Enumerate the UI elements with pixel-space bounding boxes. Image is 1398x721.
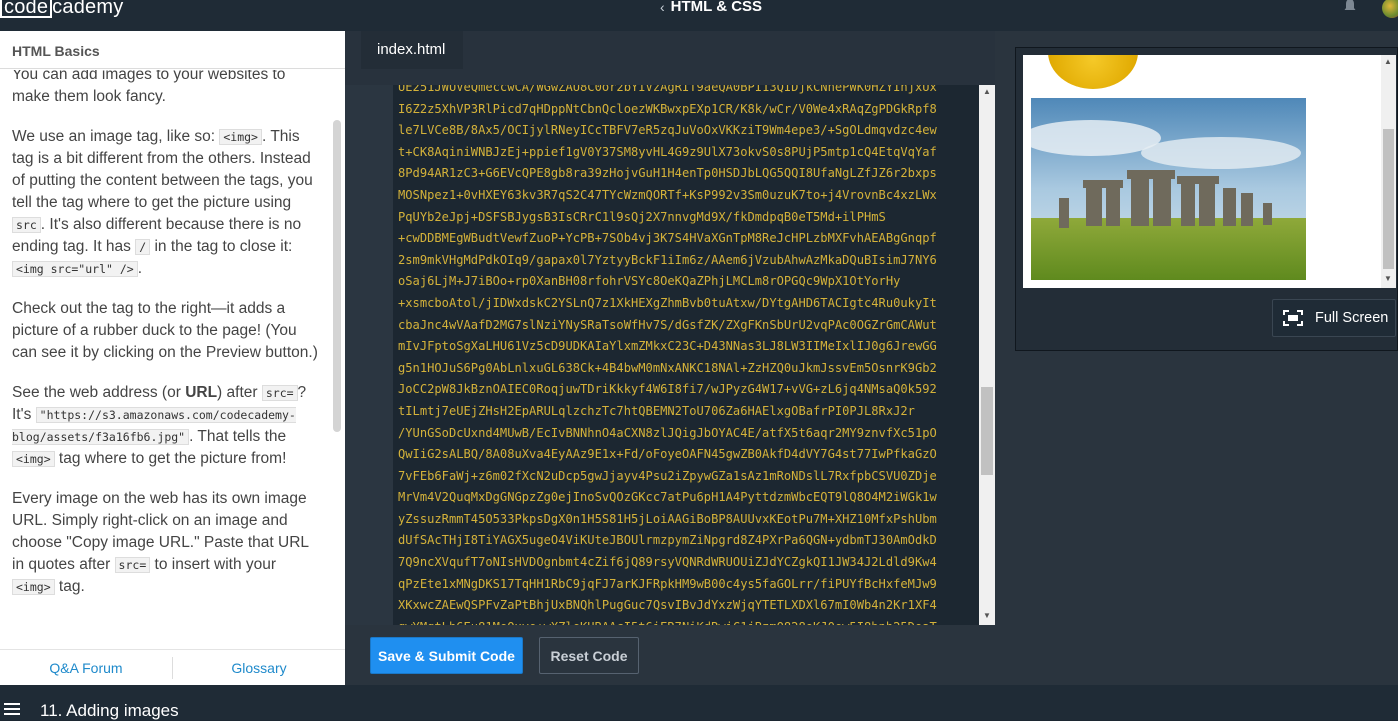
scroll-up-icon[interactable]: ▲ bbox=[982, 87, 992, 99]
code-line[interactable]: QwIiG2sALBQ/8A08uXva4EyAAz9E1x+Fd/oFoyeO… bbox=[398, 444, 978, 466]
code-line[interactable]: tILmtj7eUEjZHsH2EpARULqlzchzTc7htQBEMN2T… bbox=[398, 401, 978, 423]
bold-text: URL bbox=[185, 384, 218, 401]
bottom-bar: 11. Adding images bbox=[0, 685, 1398, 720]
preview-scroll-thumb[interactable] bbox=[1383, 129, 1394, 269]
code-line[interactable]: dUfSAcTHjI8TiYAGX5ugeO4ViKUteJBOUlrmzpym… bbox=[398, 530, 978, 552]
text: . bbox=[137, 260, 143, 277]
lesson-intro: You can add images to your websites to m… bbox=[12, 70, 286, 105]
lesson-instructions: You can add images to your websites to m… bbox=[0, 70, 331, 649]
editor-scroll-thumb[interactable] bbox=[981, 387, 993, 475]
text: to insert with your bbox=[150, 556, 277, 573]
code-snippet: src= bbox=[114, 557, 151, 573]
code-line[interactable]: t+CK8AqiniWNBJzEj+ppief1gV0Y37SM8yvHL4G9… bbox=[398, 142, 978, 164]
scroll-down-icon[interactable]: ▼ bbox=[1384, 274, 1392, 283]
full-screen-label: Full Screen bbox=[1315, 310, 1389, 326]
code-lines[interactable]: UE251JWUVeQmeccwCA/WGwZAU8C0or2bYIVzAgRI… bbox=[398, 85, 978, 625]
code-line[interactable]: MOSNpez1+0vHXEY63kv3R7qS2C47TYcWzmQORTf+… bbox=[398, 185, 978, 207]
code-line[interactable]: +xsmcboAtol/jIDWxdskC2YSLnQ7z1XkHEXgZhmB… bbox=[398, 293, 978, 315]
lesson-paragraph: Check out the tag to the right—it adds a… bbox=[12, 300, 318, 361]
code-line[interactable]: cbaJnc4wVAafD2MG7slNziYNySRaTsoWfHv7S/dG… bbox=[398, 315, 978, 337]
code-snippet: <img> bbox=[12, 579, 55, 595]
text: . That tells the bbox=[189, 428, 287, 445]
save-submit-button[interactable]: Save & Submit Code bbox=[370, 637, 523, 674]
code-line[interactable]: +cwDDBMEgWBudtVewfZuoP+YcPB+7SOb4vj3K7S4… bbox=[398, 228, 978, 250]
code-line[interactable]: 7vFEb6FaWj+z6m02fXcN2uDcp5gwJjayv4Psu2iZ… bbox=[398, 466, 978, 488]
editor-scrollbar[interactable]: ▲ ▼ bbox=[979, 85, 995, 625]
full-screen-button[interactable]: Full Screen bbox=[1272, 299, 1396, 337]
user-avatar[interactable] bbox=[1382, 0, 1398, 18]
course-title-label: HTML & CSS bbox=[670, 0, 763, 15]
logo-code-part: code bbox=[0, 0, 53, 18]
logo-cademy-part: cademy bbox=[52, 0, 124, 18]
code-line[interactable]: 2sm9mkVHgMdPdkOIq9/gapax0l7YztyyBckF1iIm… bbox=[398, 250, 978, 272]
code-line[interactable]: XKxwcZAEwQSPFvZaPtBhjUxBNQhlPugGuc7QsvIB… bbox=[398, 595, 978, 617]
code-snippet: src bbox=[12, 217, 41, 233]
code-line[interactable]: g5n1HOJuS6Pg0AbLnlxuGL638Ck+4B4bwM0mNxAN… bbox=[398, 358, 978, 380]
text: tag where to get the picture from! bbox=[54, 450, 287, 467]
lesson-paragraph: See the web address (or URL) after src=?… bbox=[12, 382, 319, 470]
reset-code-button[interactable]: Reset Code bbox=[539, 637, 639, 674]
fullscreen-icon bbox=[1283, 310, 1303, 326]
code-line[interactable]: qwYMgtLh6Eu81MeOxye+wXZleKURAAcI5t6iER7N… bbox=[398, 617, 978, 625]
code-snippet: src= bbox=[261, 385, 298, 401]
code-line[interactable]: 7Q9ncXVqufT7oNIsHVDOgnbmt4cZif6jQ89rsyVQ… bbox=[398, 552, 978, 574]
scroll-down-icon[interactable]: ▼ bbox=[982, 611, 992, 623]
stonehenge-image bbox=[1031, 98, 1306, 280]
lesson-scrollbar[interactable] bbox=[333, 120, 341, 432]
code-line[interactable]: 8Pd94AR1zC3+G6EVcQPE8gb8ra39zHojvGuH1H4e… bbox=[398, 163, 978, 185]
code-line[interactable]: UE251JWUVeQmeccwCA/WGwZAU8C0or2bYIVzAgRI… bbox=[398, 85, 978, 99]
code-snippet: <img> bbox=[219, 129, 262, 145]
code-line[interactable]: yZssuzRmmT45O533PkpsDgX0n1H5S81H5jLoiAAG… bbox=[398, 509, 978, 531]
text: in the tag to close it: bbox=[150, 238, 293, 255]
code-snippet: / bbox=[135, 239, 151, 255]
glossary-link[interactable]: Glossary bbox=[173, 660, 345, 676]
preview-page[interactable] bbox=[1023, 55, 1381, 288]
bell-icon[interactable] bbox=[1342, 0, 1358, 14]
lesson-paragraph: Every image on the web has its own image… bbox=[12, 488, 319, 598]
code-line[interactable]: PqUYb2eJpj+DSFSBJygsB3IsCRrC1l9sQj2X7nnv… bbox=[398, 207, 978, 229]
lesson-paragraph: We use an image tag, like so: <img>. Thi… bbox=[12, 126, 319, 280]
top-bar: code cademy ‹ HTML & CSS bbox=[0, 0, 1398, 31]
editor-gutter bbox=[345, 85, 393, 625]
code-line[interactable]: oSaj6LjM+J7iBOo+rp0XanBH08rfohrVSYc8OeKQ… bbox=[398, 271, 978, 293]
qa-forum-link[interactable]: Q&A Forum bbox=[0, 660, 172, 676]
lesson-panel: HTML Basics You can add images to your w… bbox=[0, 31, 345, 685]
course-title[interactable]: ‹ HTML & CSS bbox=[660, 0, 762, 15]
code-line[interactable]: le7LVCe8B/8Ax5/OCIjylRNeyICcTBFV7eR5zqJu… bbox=[398, 120, 978, 142]
code-line[interactable]: I6Z2z5XhVP3RlPicd7qHDppNtCbnQcloezWKBwxp… bbox=[398, 99, 978, 121]
code-line[interactable]: MrVm4V2QuqMxDgGNGpzZg0ejInoSvQOzGKcc7atP… bbox=[398, 487, 978, 509]
chevron-left-icon: ‹ bbox=[660, 0, 665, 15]
code-line[interactable]: /YUnGSoDcUxnd4MUwB/EcIvBNNhnO4aCXN8zlJQi… bbox=[398, 423, 978, 445]
rubber-duck-image bbox=[1048, 55, 1138, 89]
text: tag. bbox=[54, 578, 85, 595]
code-line[interactable]: qPzEte1xMNgDKS17TqHH1RbC9jqFJ7arKJFRpkHM… bbox=[398, 574, 978, 596]
code-line[interactable]: JoCC2pW8JkBznOAIEC0RoqjuwTDriKkkyf4W6I8f… bbox=[398, 379, 978, 401]
code-snippet: <img src="url" /> bbox=[12, 261, 138, 277]
code-editor[interactable]: UE251JWUVeQmeccwCA/WGwZAU8C0or2bYIVzAgRI… bbox=[393, 85, 979, 625]
text: See the web address (or bbox=[12, 384, 186, 401]
scroll-up-icon[interactable]: ▲ bbox=[1384, 57, 1392, 66]
text: ) after bbox=[217, 384, 262, 401]
preview-scrollbar[interactable]: ▲ ▼ bbox=[1381, 55, 1396, 288]
text: We use an image tag, like so: bbox=[12, 128, 220, 145]
exercise-title[interactable]: 11. Adding images bbox=[40, 701, 179, 721]
tab-index-html[interactable]: index.html bbox=[361, 31, 463, 69]
codecademy-logo[interactable]: code cademy bbox=[0, 0, 123, 19]
hamburger-menu-icon[interactable] bbox=[4, 703, 20, 715]
lesson-footer: Q&A Forum Glossary bbox=[0, 649, 345, 685]
code-line[interactable]: mIvJFptoSgXaLHU61Vz5cD9UDKAIaYlxmZMkxC23… bbox=[398, 336, 978, 358]
code-snippet: <img> bbox=[12, 451, 55, 467]
lesson-header: HTML Basics bbox=[0, 31, 345, 69]
